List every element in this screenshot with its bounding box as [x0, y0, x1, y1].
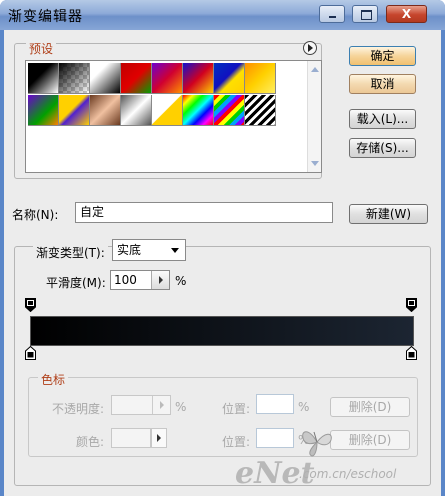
window-title: 渐变编辑器: [8, 9, 83, 25]
preset-swatch[interactable]: [245, 95, 276, 126]
preset-scrollbar[interactable]: [307, 61, 321, 172]
color-stop-right[interactable]: [406, 346, 417, 360]
color-arrow-icon[interactable]: [151, 428, 167, 448]
preset-swatch[interactable]: [152, 63, 183, 94]
minimize-button[interactable]: [319, 5, 345, 23]
color-location-label: 位置:: [222, 435, 251, 449]
preset-swatch[interactable]: [90, 95, 121, 126]
enet-watermark: eNet .com.cn/eschool: [235, 431, 435, 492]
preset-swatch[interactable]: [59, 95, 90, 126]
opacity-location-label: 位置:: [222, 402, 251, 416]
smoothness-label: 平滑度(M):: [46, 276, 106, 290]
preset-swatch-list: [25, 60, 322, 173]
color-stops-label: 色标: [38, 371, 69, 388]
preset-swatch[interactable]: [121, 95, 152, 126]
opacity-arrow-icon[interactable]: [152, 396, 170, 414]
smoothness-value: 100: [114, 273, 137, 287]
preset-swatch[interactable]: [152, 95, 183, 126]
preset-swatch[interactable]: [245, 63, 276, 94]
opacity-input[interactable]: [111, 395, 171, 415]
opacity-unit: %: [175, 400, 187, 414]
preset-swatch[interactable]: [90, 63, 121, 94]
preset-swatch[interactable]: [28, 63, 59, 94]
preset-swatch[interactable]: [59, 63, 90, 94]
butterfly-icon: [302, 431, 332, 457]
color-label: 颜色:: [76, 435, 105, 449]
gradient-type-select[interactable]: 实底: [112, 239, 186, 261]
preset-swatch[interactable]: [28, 95, 59, 126]
delete-opacity-stop-button[interactable]: 删除(D): [330, 397, 410, 417]
presets-label: 预设: [26, 40, 57, 57]
ok-button[interactable]: 确定: [349, 46, 416, 66]
color-swatch-input[interactable]: [111, 428, 151, 448]
load-button[interactable]: 载入(L)...: [349, 109, 416, 129]
opacity-location-unit: %: [298, 400, 310, 414]
preset-swatch[interactable]: [214, 63, 245, 94]
scroll-up-arrow-icon[interactable]: [311, 67, 319, 72]
close-icon: X: [401, 7, 412, 21]
name-input[interactable]: 自定: [75, 202, 333, 223]
opacity-stop-left[interactable]: [25, 298, 36, 312]
gradient-preview-bar[interactable]: [30, 316, 414, 346]
title-bar[interactable]: 渐变编辑器 X: [0, 0, 445, 30]
cancel-button[interactable]: 取消: [349, 74, 416, 94]
opacity-stop-right[interactable]: [406, 298, 417, 312]
name-label: 名称(N):: [12, 208, 59, 222]
smoothness-unit: %: [175, 274, 187, 288]
watermark-url: .com.cn/eschool: [299, 467, 397, 481]
circle-arrow-right-icon[interactable]: [303, 41, 317, 55]
preset-swatch[interactable]: [121, 63, 152, 94]
opacity-location-input[interactable]: [256, 394, 294, 414]
maximize-button[interactable]: [352, 5, 378, 23]
new-button[interactable]: 新建(W): [349, 204, 428, 224]
preset-swatch[interactable]: [183, 63, 214, 94]
save-button[interactable]: 存储(S)...: [349, 138, 416, 158]
gradient-type-label: 渐变类型(T):: [33, 244, 108, 261]
color-stop-left[interactable]: [25, 346, 36, 360]
close-button[interactable]: X: [386, 5, 427, 23]
color-location-input[interactable]: [256, 428, 294, 448]
smoothness-input[interactable]: 100: [110, 270, 170, 290]
scroll-down-arrow-icon[interactable]: [311, 161, 319, 166]
opacity-label: 不透明度:: [52, 402, 105, 416]
preset-swatch[interactable]: [183, 95, 214, 126]
delete-color-stop-button[interactable]: 删除(D): [330, 430, 410, 450]
preset-swatch[interactable]: [214, 95, 245, 126]
smoothness-arrow-icon[interactable]: [151, 271, 169, 289]
